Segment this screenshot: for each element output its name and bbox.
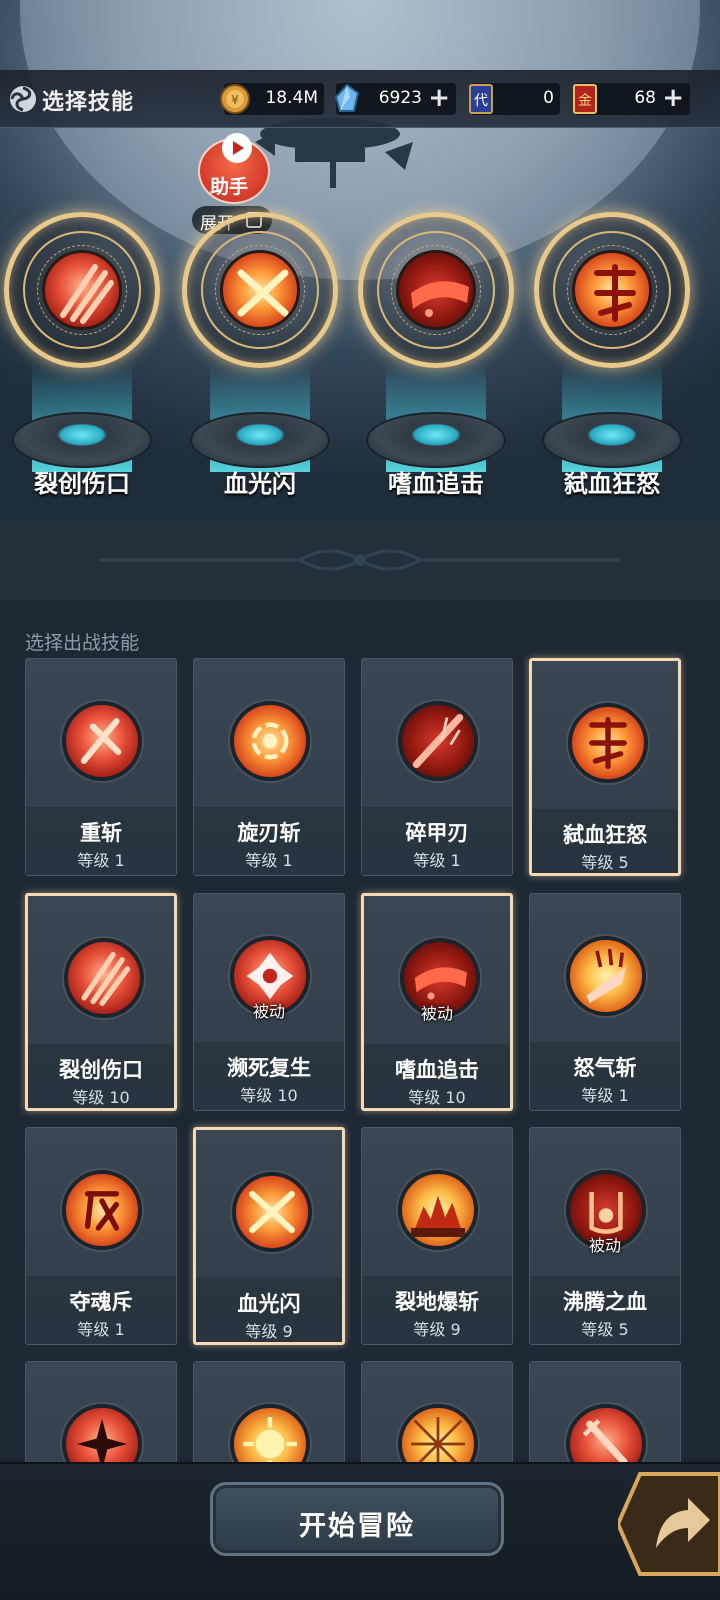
skill-level: 等级 9 [413, 1320, 461, 1339]
skill-level: 等级 1 [77, 851, 125, 870]
start-adventure-label: 开始冒险 [299, 1511, 415, 1542]
passive-tag: 被动 [252, 1002, 285, 1021]
soul-glyph-icon [62, 1170, 142, 1250]
skill-card[interactable]: 碎甲刃等级 1 [361, 658, 513, 876]
skill-level: 等级 1 [245, 851, 293, 870]
skill-card[interactable]: 重斩等级 1 [25, 658, 177, 876]
skill-card[interactable]: 旋刃斩等级 1 [193, 658, 345, 876]
skill-name: 濒死复生 [227, 1056, 311, 1080]
start-adventure-button[interactable]: 开始冒险 [210, 1482, 504, 1556]
skill-level: 等级 1 [413, 851, 461, 870]
passive-tag: 被动 [420, 1004, 453, 1023]
skill-card[interactable]: 裂创伤口等级 10 [25, 893, 177, 1111]
skill-name: 嗜血追击 [395, 1058, 479, 1082]
skill-name: 裂创伤口 [59, 1058, 143, 1082]
fury-slash-icon [566, 936, 646, 1016]
armor-break-icon [398, 701, 478, 781]
share-arrow-icon[interactable] [618, 1470, 720, 1578]
skill-name: 重斩 [80, 821, 122, 845]
skill-name: 夺魂斥 [69, 1290, 133, 1314]
skill-level: 等级 9 [245, 1322, 293, 1341]
skill-card[interactable]: 被动沸腾之血等级 5 [529, 1127, 681, 1345]
cross-flash-icon [232, 1172, 312, 1252]
skill-level: 等级 10 [72, 1088, 130, 1107]
heavy-slash-icon [62, 701, 142, 781]
skill-level: 等级 5 [581, 853, 629, 872]
ground-burst-icon [398, 1170, 478, 1250]
skill-level: 等级 10 [408, 1088, 466, 1107]
skill-card[interactable]: 被动嗜血追击等级 10 [361, 893, 513, 1111]
skill-name: 旋刃斩 [237, 821, 301, 845]
skill-grid: 重斩 等级 1 旋刃斩 等级 1 碎甲刃 等级 1 弑血狂怒 等级 5 裂创伤口 等级 10 被动濒… [0, 0, 720, 1600]
skill-card[interactable]: 夺魂斥等级 1 [25, 1127, 177, 1345]
skill-name: 裂地爆斩 [395, 1290, 479, 1314]
skill-level: 等级 10 [240, 1086, 298, 1105]
skill-card[interactable]: 弑血狂怒等级 5 [529, 658, 681, 876]
skill-name: 弑血狂怒 [563, 823, 647, 847]
skill-card[interactable]: 被动濒死复生等级 10 [193, 893, 345, 1111]
skill-card[interactable]: 裂地爆斩等级 9 [361, 1127, 513, 1345]
skill-name: 沸腾之血 [563, 1290, 647, 1314]
passive-tag: 被动 [588, 1236, 621, 1255]
skill-name: 血光闪 [237, 1292, 301, 1316]
skill-level: 等级 1 [77, 1320, 125, 1339]
claw-slash-icon [64, 938, 144, 1018]
skill-card[interactable]: 血光闪等级 9 [193, 1127, 345, 1345]
spin-blade-icon [230, 701, 310, 781]
rage-glyph-icon [568, 703, 648, 783]
skill-level: 等级 5 [581, 1320, 629, 1339]
skill-level: 等级 1 [581, 1086, 629, 1105]
skill-name: 碎甲刃 [405, 821, 469, 845]
skill-card[interactable]: 怒气斩等级 1 [529, 893, 681, 1111]
skill-name: 怒气斩 [573, 1056, 637, 1080]
